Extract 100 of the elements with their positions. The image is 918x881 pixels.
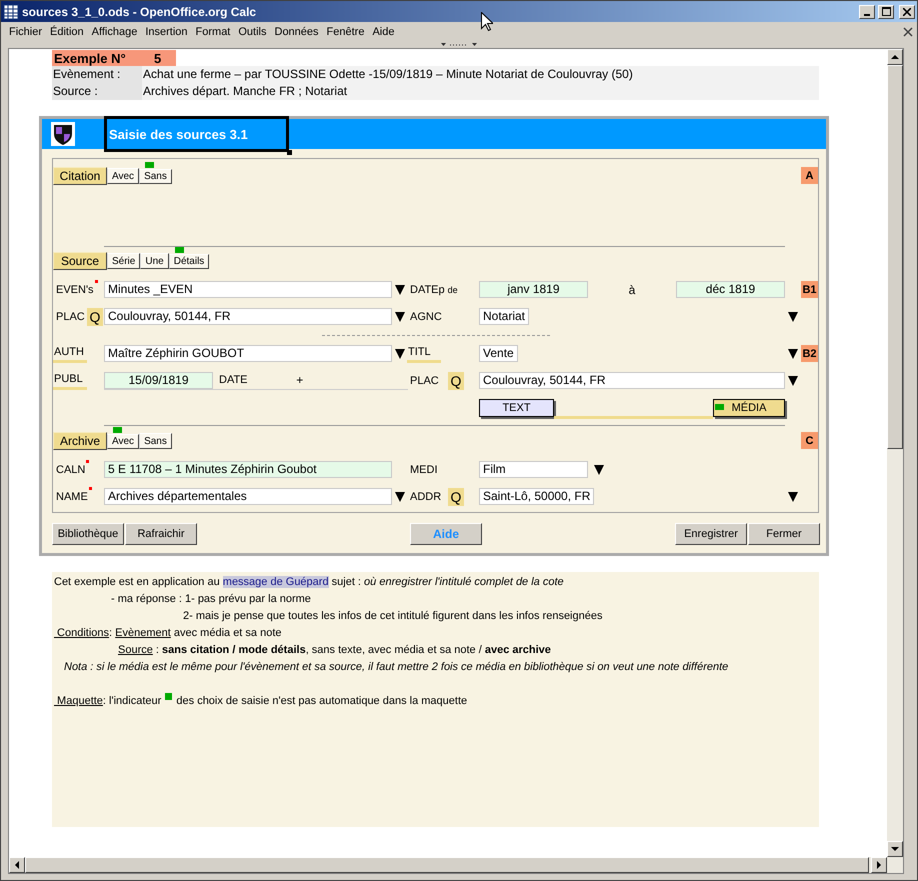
section-tab[interactable]: Archive: [53, 432, 107, 450]
date-field[interactable]: janv 1819: [479, 281, 588, 298]
menu-item[interactable]: Affichage: [88, 26, 142, 38]
input-field[interactable]: Vente: [479, 345, 518, 362]
indicator-icon: [165, 693, 172, 700]
option-button[interactable]: Avec: [107, 434, 140, 449]
plus-label: +: [295, 373, 304, 387]
menu-item[interactable]: Outils: [234, 26, 270, 38]
info-label: Evènement :: [52, 66, 142, 83]
caret-icon[interactable]: [395, 311, 405, 322]
up-arrow-icon: [891, 54, 899, 60]
scrollbar-thumb[interactable]: [25, 857, 869, 873]
toolbar-handle[interactable]: [441, 43, 477, 47]
menu-item[interactable]: Insertion: [141, 26, 192, 38]
input-field[interactable]: 5 E 11708 – 1 Minutes Zéphirin Goubot: [104, 461, 392, 478]
note-line: 2- mais je pense que toutes les infos de cet intitulé figurent dans les infos renseignées: [182, 609, 604, 624]
scroll-down-button[interactable]: [887, 841, 903, 857]
caret-icon[interactable]: [788, 375, 798, 386]
info-value: Archives départ. Manche FR ; Notariat: [142, 83, 819, 100]
down-arrow-icon: [891, 846, 899, 852]
menu-item[interactable]: Fichier: [5, 26, 46, 38]
action-button[interactable]: Fermer: [748, 523, 820, 545]
info-label: Source :: [52, 83, 142, 100]
example-label: Exemple N°: [53, 50, 127, 66]
example-number: 5: [154, 50, 162, 66]
scroll-up-button[interactable]: [887, 49, 903, 65]
option-button[interactable]: Sans: [139, 433, 172, 449]
option-button[interactable]: Sans: [139, 168, 172, 184]
section-marker: C: [801, 432, 818, 449]
section-tab[interactable]: Citation: [53, 167, 107, 185]
maximize-icon: [882, 7, 890, 16]
window-title: sources 3_1_0.ods - OpenOffice.org Calc: [22, 4, 256, 18]
input-field[interactable]: Coulouvray, 50144, FR: [104, 308, 392, 325]
cursor-icon: [481, 12, 493, 32]
info-value: Achat une ferme – par TOUSSINE Odette -15/09/1819 – Minute Notariat de Coulouvray (50): [142, 66, 819, 83]
note-line: Maquette: l'indicateur des choix de saisie n'est pas automatique dans la maquette: [56, 693, 468, 709]
action-button[interactable]: Rafraichir: [125, 523, 197, 545]
input-field[interactable]: Archives départementales: [104, 488, 392, 505]
close-button[interactable]: [899, 4, 915, 18]
input-field[interactable]: Saint-Lô, 50000, FR: [479, 488, 594, 505]
menu-item[interactable]: Aide: [368, 26, 398, 38]
lookup-button[interactable]: Q: [87, 308, 103, 326]
close-icon: [903, 8, 911, 16]
field-label: DATEp de: [410, 282, 458, 298]
left-arrow-icon: [14, 861, 20, 869]
action-button[interactable]: Bibliothèque: [52, 523, 124, 545]
option-button[interactable]: Détails: [168, 254, 210, 269]
section-tab[interactable]: Source: [53, 252, 107, 270]
note-line: - ma réponse : 1- pas prévu par la norme: [110, 592, 312, 607]
action-button[interactable]: Enregistrer: [675, 523, 747, 545]
input-field[interactable]: 15/09/1819: [104, 372, 213, 388]
caret-icon[interactable]: [395, 284, 405, 295]
section-marker: A: [801, 167, 818, 184]
field-label: PLAC: [56, 310, 85, 324]
field-label: ADDR: [410, 490, 442, 504]
input-field[interactable]: Film: [479, 461, 588, 478]
selection-indicator: [715, 404, 724, 410]
selection-indicator: [113, 427, 122, 433]
menu-item[interactable]: Données: [270, 26, 323, 38]
field-label: AUTH: [53, 344, 87, 363]
caret-icon[interactable]: [395, 348, 405, 359]
caret-icon[interactable]: [788, 491, 798, 502]
caret-icon[interactable]: [395, 491, 405, 502]
menu-item[interactable]: Édition: [46, 26, 88, 38]
minimize-button[interactable]: [859, 4, 875, 18]
field-label: AGNC: [410, 310, 442, 324]
input-field[interactable]: Minutes _EVEN: [104, 281, 392, 298]
option-button[interactable]: Série: [107, 253, 140, 269]
field-label: MEDI: [410, 462, 438, 478]
scroll-right-button[interactable]: [871, 857, 887, 873]
lookup-button[interactable]: Q: [448, 372, 464, 390]
scroll-left-button[interactable]: [9, 857, 25, 873]
attachment-button[interactable]: TEXT: [479, 399, 554, 417]
selection-indicator: [145, 162, 154, 168]
field-label: EVEN's: [56, 282, 94, 298]
scrollbar-thumb[interactable]: [887, 65, 903, 449]
field-label: DATE: [219, 374, 248, 386]
lookup-button[interactable]: Q: [448, 488, 464, 506]
input-field[interactable]: Maître Zéphirin GOUBOT: [104, 345, 392, 362]
range-separator: à: [628, 282, 636, 296]
option-button[interactable]: Avec: [107, 168, 140, 184]
menu-item[interactable]: Format: [192, 26, 234, 38]
section-marker: B2: [801, 345, 818, 362]
caret-icon[interactable]: [788, 348, 798, 359]
caret-icon[interactable]: [788, 311, 798, 322]
maximize-button[interactable]: [878, 4, 894, 18]
form-title: Saisie des sources 3.1: [104, 116, 289, 152]
field-label: CALN: [56, 462, 86, 478]
section-marker: B1: [801, 281, 818, 298]
close-icon[interactable]: [903, 27, 913, 37]
date-field[interactable]: déc 1819: [676, 281, 785, 298]
note-line: Nota : si le média est le même pour l'évènement et sa source, il faut mettre 2 fois ce média en bibliothèque si on veut une note différente: [63, 660, 730, 675]
menu-item[interactable]: Fenêtre: [322, 26, 368, 38]
option-button[interactable]: Une: [140, 253, 169, 269]
message-link[interactable]: message de Guépard: [222, 576, 329, 588]
input-field[interactable]: Coulouvray, 50144, FR: [479, 372, 785, 389]
caret-icon[interactable]: [594, 464, 604, 475]
attachment-button[interactable]: MÉDIA: [713, 399, 785, 417]
note-line: Cet exemple est en application au message de Guépard sujet : où enregistrer l'intitulé complet de la cote: [53, 575, 565, 590]
input-field[interactable]: Notariat: [479, 308, 530, 325]
